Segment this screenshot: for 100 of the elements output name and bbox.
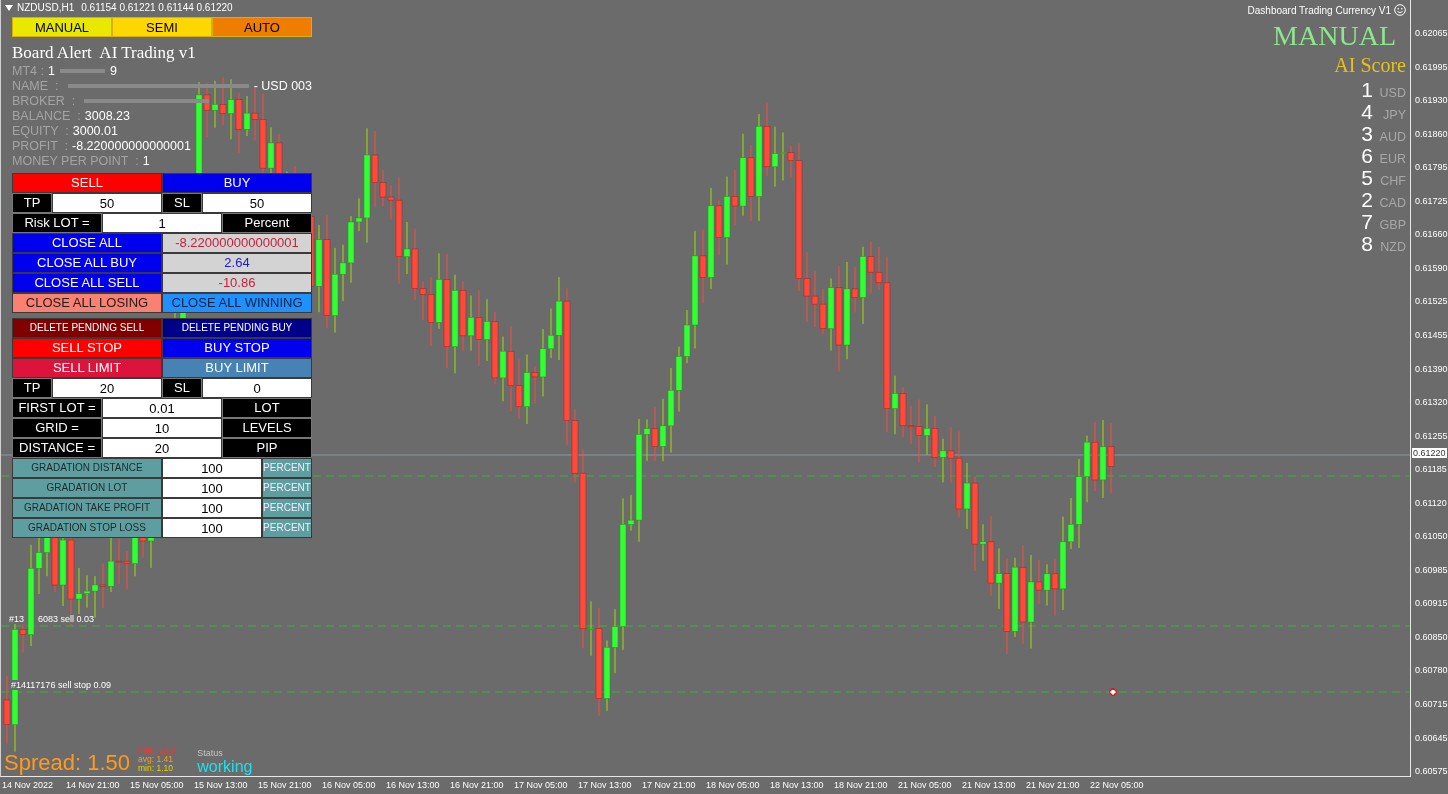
- field-label: SL: [162, 193, 202, 213]
- account-value: -8.220000000000001: [72, 138, 191, 153]
- price-tick: 0.60915: [1415, 598, 1448, 609]
- account-label: EQUITY :: [12, 123, 69, 138]
- account-label: MONEY PER POINT :: [12, 153, 139, 168]
- time-tick: 22 Nov 05:00: [1090, 779, 1145, 792]
- spread-min: min: 1.10: [138, 764, 174, 773]
- unit-label: PERCENT: [262, 478, 312, 498]
- account-label: PROFIT :: [12, 138, 69, 153]
- time-tick: 15 Nov 05:00: [130, 779, 185, 792]
- price-tick: 0.61660: [1415, 229, 1448, 240]
- gradation-label: GRADATION DISTANCE: [12, 458, 162, 478]
- currency-label: CAD: [1378, 196, 1406, 210]
- price-tick: 0.61050: [1415, 531, 1448, 542]
- time-tick: 17 Nov 05:00: [514, 779, 569, 792]
- spread-avg: avg: 1.41: [138, 755, 174, 764]
- price-tick: 0.60850: [1415, 631, 1448, 642]
- input-field[interactable]: 20: [52, 378, 162, 398]
- unit-label: PERCENT: [262, 498, 312, 518]
- sell-button[interactable]: SELL: [12, 173, 162, 193]
- input-field[interactable]: 100: [162, 478, 262, 498]
- price-tick: 0.61255: [1415, 430, 1448, 441]
- order-marker-icon: [1109, 688, 1117, 696]
- time-tick: 15 Nov 21:00: [258, 779, 313, 792]
- account-label: BALANCE :: [12, 108, 81, 123]
- close-winning-button[interactable]: CLOSE ALL WINNING: [162, 293, 312, 313]
- price-tick: 0.60715: [1415, 699, 1448, 709]
- order-line-label: 6083 sell 0.03: [38, 614, 95, 624]
- score-rank: 2: [1361, 188, 1373, 212]
- field-label: GRID =: [12, 418, 102, 438]
- input-field[interactable]: 1: [102, 213, 222, 233]
- close-button[interactable]: CLOSE ALL BUY: [12, 253, 162, 273]
- currency-label: EUR: [1378, 152, 1406, 166]
- dropdown-caret-icon[interactable]: [5, 4, 13, 11]
- status-label: Status: [197, 748, 224, 758]
- profit-readout: 2.64: [162, 253, 312, 273]
- time-tick: 21 Nov 13:00: [962, 779, 1017, 792]
- input-field[interactable]: 100: [162, 518, 262, 538]
- close-button[interactable]: CLOSE ALL SELL: [12, 273, 162, 293]
- time-tick: 16 Nov 21:00: [450, 779, 505, 792]
- time-tick: 18 Nov 21:00: [834, 779, 889, 792]
- input-field[interactable]: 50: [202, 193, 312, 213]
- input-field[interactable]: 50: [52, 193, 162, 213]
- score-rank: 4: [1361, 100, 1373, 124]
- currency-label: USD: [1378, 86, 1406, 100]
- price-quotes: 0.61154 0.61221 0.61144 0.61220: [81, 2, 233, 13]
- profit-readout: -10.86: [162, 273, 312, 293]
- close-button[interactable]: CLOSE ALL: [12, 233, 162, 253]
- mode-button[interactable]: SEMI: [112, 17, 212, 37]
- time-tick: 14 Nov 2022: [2, 779, 55, 792]
- input-field[interactable]: 100: [162, 498, 262, 518]
- mode-button[interactable]: MANUAL: [12, 17, 112, 37]
- account-value: 1: [142, 153, 150, 168]
- input-field[interactable]: 0: [202, 378, 312, 398]
- input-field[interactable]: 10: [102, 418, 222, 438]
- order-line-label: #14117176 sell stop 0.09: [11, 680, 111, 690]
- close-losing-button[interactable]: CLOSE ALL LOSING: [12, 293, 162, 313]
- input-field[interactable]: 20: [102, 438, 222, 458]
- buy-button[interactable]: BUY STOP: [162, 338, 312, 358]
- price-tick: 0.61590: [1415, 262, 1448, 273]
- time-tick: 16 Nov 05:00: [322, 779, 377, 792]
- field-label: PIP: [222, 438, 312, 458]
- price-tick: 0.61120: [1415, 497, 1447, 508]
- buy-button[interactable]: BUY: [162, 173, 312, 193]
- delete-buy-button[interactable]: DELETE PENDING BUY: [162, 318, 312, 338]
- score-rank: 6: [1361, 144, 1373, 168]
- gradation-label: GRADATION STOP LOSS: [12, 518, 162, 538]
- account-label: MT4 :: [12, 63, 44, 78]
- account-value: 3008.23: [84, 108, 130, 123]
- time-tick: 18 Nov 05:00: [706, 779, 761, 792]
- time-tick: 18 Nov 13:00: [770, 779, 825, 792]
- gradation-label: GRADATION TAKE PROFIT: [12, 498, 162, 518]
- price-tick: 0.62065: [1415, 28, 1448, 38]
- input-field[interactable]: 0.01: [102, 398, 222, 418]
- time-tick: 16 Nov 13:00: [386, 779, 441, 792]
- delete-sell-button[interactable]: DELETE PENDING SELL: [12, 318, 162, 338]
- spread-max: max: 1.60: [138, 746, 176, 755]
- time-tick: 21 Nov 21:00: [1026, 779, 1081, 792]
- price-tick: 0.61185: [1415, 464, 1447, 475]
- price-tick: 0.61930: [1415, 95, 1448, 106]
- sell-limit-button[interactable]: SELL LIMIT: [12, 358, 162, 378]
- time-tick: 17 Nov 21:00: [642, 779, 697, 792]
- price-tick: 0.61525: [1415, 296, 1448, 307]
- field-label: Risk LOT =: [12, 213, 102, 233]
- order-line-label: #13: [9, 614, 25, 624]
- price-tick: 0.61995: [1415, 61, 1448, 72]
- account-value: - USD 003: [253, 78, 312, 93]
- score-rank: 1: [1361, 78, 1373, 102]
- account-value: 9: [109, 63, 117, 78]
- mode-button[interactable]: AUTO: [212, 17, 312, 37]
- price-tick: 0.60780: [1415, 665, 1448, 676]
- score-rank: 7: [1361, 210, 1373, 234]
- price-tick: 0.61795: [1415, 162, 1448, 173]
- unit-label: PERCENT: [262, 518, 312, 538]
- sell-button[interactable]: SELL STOP: [12, 338, 162, 358]
- input-field[interactable]: 100: [162, 458, 262, 478]
- currency-label: GBP: [1378, 218, 1406, 232]
- price-tick: 0.60575: [1415, 766, 1448, 777]
- buy-limit-button[interactable]: BUY LIMIT: [162, 358, 312, 378]
- currency-label: NZD: [1379, 240, 1406, 254]
